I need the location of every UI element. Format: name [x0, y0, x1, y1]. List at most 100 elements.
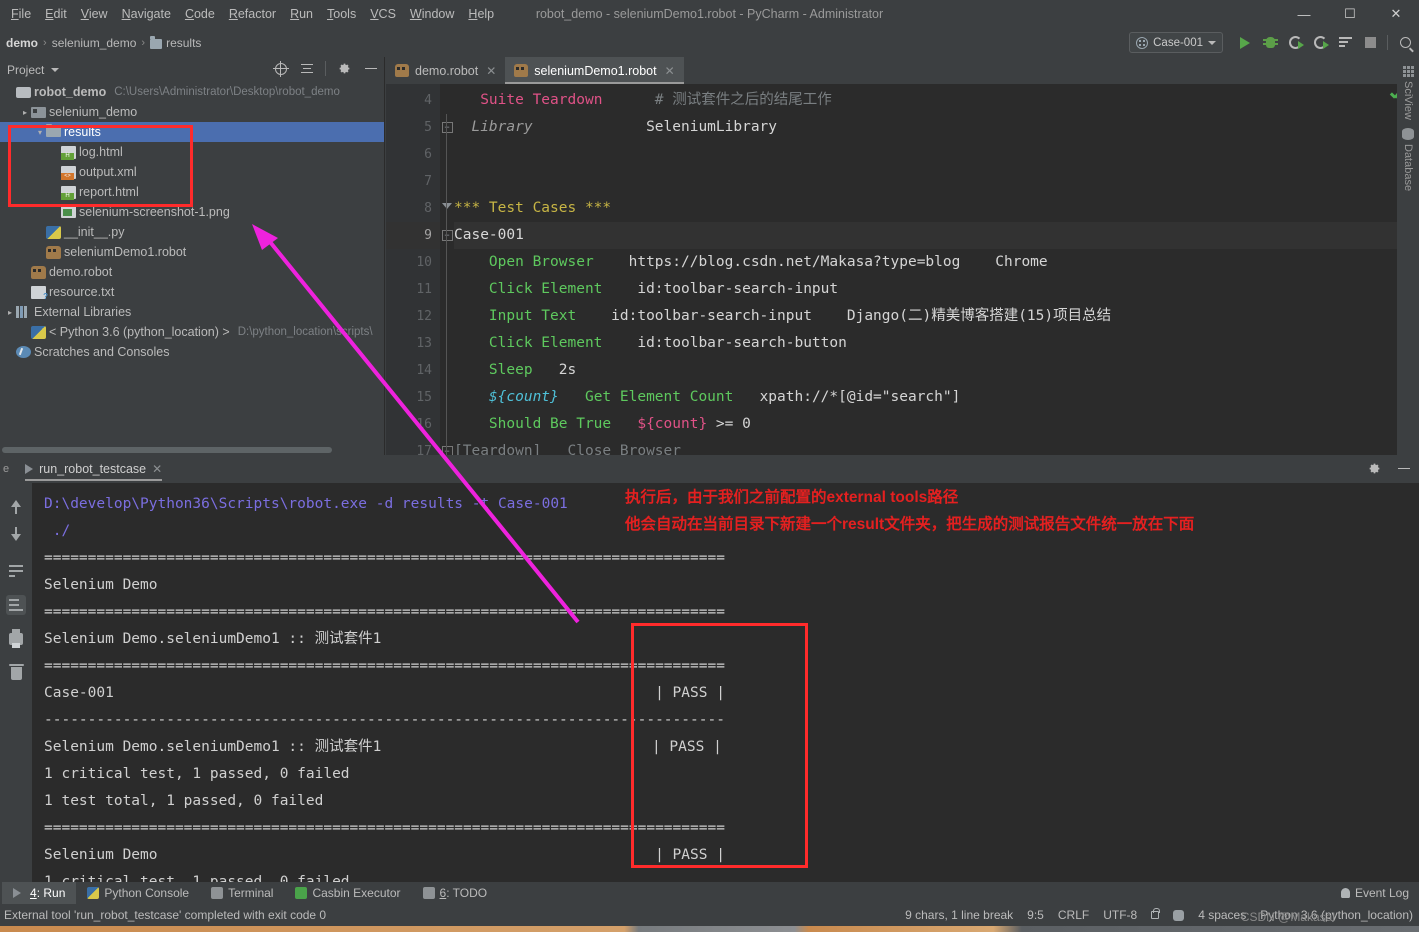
tree-item-report-html[interactable]: report.html: [0, 182, 384, 202]
code-line[interactable]: ${count} Get Element Count xpath://*[@id…: [454, 384, 1419, 411]
event-log-button[interactable]: Event Log: [1340, 886, 1409, 900]
menu-item-edit[interactable]: Edit: [38, 3, 74, 25]
print-icon[interactable]: [6, 629, 26, 649]
breadcrumb-item-results[interactable]: results: [150, 35, 201, 50]
bottom-tab-6-todo[interactable]: 6: TODO: [412, 882, 499, 904]
menu-item-refactor[interactable]: Refactor: [222, 3, 283, 25]
scroll-up-icon[interactable]: [6, 493, 26, 514]
lock-icon[interactable]: [1151, 908, 1161, 919]
caret-position[interactable]: 9:5: [1027, 908, 1044, 922]
menu-item-file[interactable]: File: [4, 3, 38, 25]
code-line[interactable]: Case-001: [454, 222, 1419, 249]
tree-item--python-3-6-python-location-[interactable]: < Python 3.6 (python_location) > D:\pytho…: [0, 322, 384, 342]
tree-item-log-html[interactable]: log.html: [0, 142, 384, 162]
hide-icon[interactable]: [363, 61, 378, 76]
code-editor[interactable]: 4567891011121314151617 −−− Suite Teardow…: [386, 84, 1419, 465]
minimize-button[interactable]: —: [1281, 0, 1327, 28]
chevron-down-icon[interactable]: [51, 67, 60, 72]
menu-item-view[interactable]: View: [74, 3, 115, 25]
run-with-options-icon[interactable]: [1337, 35, 1353, 51]
tree-item-selenium-demo[interactable]: ▸ selenium_demo: [0, 102, 384, 122]
expand-arrow-icon[interactable]: ▸: [19, 108, 31, 117]
code-token: >= 0: [707, 416, 751, 432]
editor-tab-seleniumdemo1-robot[interactable]: seleniumDemo1.robot ✕: [505, 57, 685, 84]
scroll-down-icon[interactable]: [6, 526, 26, 547]
project-tree-horizontal-scrollbar[interactable]: [2, 447, 332, 453]
indent-setting[interactable]: 4 spaces: [1198, 908, 1246, 922]
tree-item-external-libraries[interactable]: ▸ External Libraries: [0, 302, 384, 322]
search-everywhere-icon[interactable]: [1397, 35, 1413, 51]
code-line[interactable]: Click Element id:toolbar-search-input: [454, 276, 1419, 303]
collapse-all-icon[interactable]: [299, 61, 314, 76]
sidebar-item-sciview[interactable]: SciView: [1402, 65, 1414, 120]
menu-item-code[interactable]: Code: [178, 3, 222, 25]
close-button[interactable]: ✕: [1373, 0, 1419, 28]
settings-icon[interactable]: [337, 61, 352, 76]
file-encoding[interactable]: UTF-8: [1103, 908, 1137, 922]
tree-item-robot-demo[interactable]: robot_demo C:\Users\Administrator\Desktop…: [0, 82, 384, 102]
maximize-button[interactable]: ☐: [1327, 0, 1373, 28]
tree-item-demo-robot[interactable]: demo.robot: [0, 262, 384, 282]
robot-icon[interactable]: [1173, 909, 1185, 921]
menu-item-vcs[interactable]: VCS: [363, 3, 403, 25]
coverage-icon[interactable]: [1287, 35, 1304, 51]
menu-item-help[interactable]: Help: [461, 3, 501, 25]
project-tree[interactable]: robot_demo C:\Users\Administrator\Desktop…: [0, 82, 384, 455]
tree-item-output-xml[interactable]: output.xml: [0, 162, 384, 182]
run-configuration-selector[interactable]: Case-001: [1129, 32, 1223, 53]
code-folding-gutter[interactable]: −−−: [440, 84, 454, 465]
bottom-tab-4-run[interactable]: 4: Run: [2, 882, 77, 904]
code-line[interactable]: Open Browser https://blog.csdn.net/Makas…: [454, 249, 1419, 276]
scroll-to-end-icon[interactable]: [6, 595, 26, 615]
clear-all-icon[interactable]: [6, 663, 26, 683]
code-line[interactable]: Click Element id:toolbar-search-button: [454, 330, 1419, 357]
tree-item-results[interactable]: ▾ results: [0, 122, 384, 142]
close-icon[interactable]: ✕: [665, 64, 675, 78]
code-line[interactable]: [454, 141, 1419, 168]
locate-icon[interactable]: [272, 60, 289, 77]
console-output[interactable]: D:\develop\Python36\Scripts\robot.exe -d…: [32, 483, 1419, 882]
soft-wrap-icon[interactable]: [6, 561, 26, 581]
line-separator[interactable]: CRLF: [1058, 908, 1089, 922]
tree-item-seleniumdemo1-robot[interactable]: seleniumDemo1.robot: [0, 242, 384, 262]
bottom-tab-python-console[interactable]: Python Console: [76, 882, 200, 904]
debug-icon[interactable]: [1262, 35, 1278, 51]
code-line[interactable]: Sleep 2s: [454, 357, 1419, 384]
close-icon[interactable]: ✕: [152, 462, 162, 476]
hide-icon[interactable]: [1396, 461, 1411, 476]
code-text[interactable]: Suite Teardown # 测试套件之后的结尾工作 Library Sel…: [454, 84, 1419, 455]
menu-item-run[interactable]: Run: [283, 3, 320, 25]
pycharm-window: File Edit View Navigate Code Refactor Run Tools…: [0, 0, 1419, 932]
breadcrumb-item-selenium_demo[interactable]: selenium_demo: [52, 36, 137, 50]
tree-item-scratches-and-consoles[interactable]: Scratches and Consoles: [0, 342, 384, 362]
code-line[interactable]: Input Text id:toolbar-search-input Djang…: [454, 303, 1419, 330]
code-line[interactable]: *** Test Cases ***: [454, 195, 1419, 222]
menu-item-window[interactable]: Window: [403, 3, 461, 25]
code-line[interactable]: [Teardown] Close Browser: [454, 438, 1419, 455]
run-tab-run-robot-testcase[interactable]: run_robot_testcase ✕: [25, 455, 163, 483]
profile-icon[interactable]: [1312, 35, 1329, 51]
settings-icon[interactable]: [1367, 461, 1382, 476]
fold-collapse-icon[interactable]: −: [441, 230, 453, 241]
tree-item-selenium-screenshot-1-png[interactable]: selenium-screenshot-1.png: [0, 202, 384, 222]
breadcrumb-item-demo[interactable]: demo: [6, 36, 38, 50]
editor-tab-demo-robot[interactable]: demo.robot ✕: [386, 57, 505, 84]
menu-item-tools[interactable]: Tools: [320, 3, 363, 25]
bottom-tab-casbin-executor[interactable]: Casbin Executor: [284, 882, 411, 904]
fold-collapse-icon[interactable]: −: [441, 122, 453, 133]
code-line[interactable]: [454, 168, 1419, 195]
code-line[interactable]: Suite Teardown # 测试套件之后的结尾工作: [454, 87, 1419, 114]
expand-arrow-icon[interactable]: ▾: [34, 128, 46, 137]
sidebar-item-database[interactable]: Database: [1402, 127, 1414, 191]
stop-icon[interactable]: [1362, 35, 1378, 51]
menu-item-navigate[interactable]: Navigate: [115, 3, 178, 25]
tree-item--init-py[interactable]: __init__.py: [0, 222, 384, 242]
fold-collapse-icon[interactable]: [442, 203, 452, 209]
close-icon[interactable]: ✕: [486, 64, 496, 78]
expand-arrow-icon[interactable]: ▸: [4, 308, 16, 317]
code-line[interactable]: Library SeleniumLibrary: [454, 114, 1419, 141]
bottom-tab-terminal[interactable]: Terminal: [200, 882, 284, 904]
tree-item-resource-txt[interactable]: resource.txt: [0, 282, 384, 302]
code-line[interactable]: Should Be True ${count} >= 0: [454, 411, 1419, 438]
run-icon[interactable]: [1237, 35, 1253, 51]
